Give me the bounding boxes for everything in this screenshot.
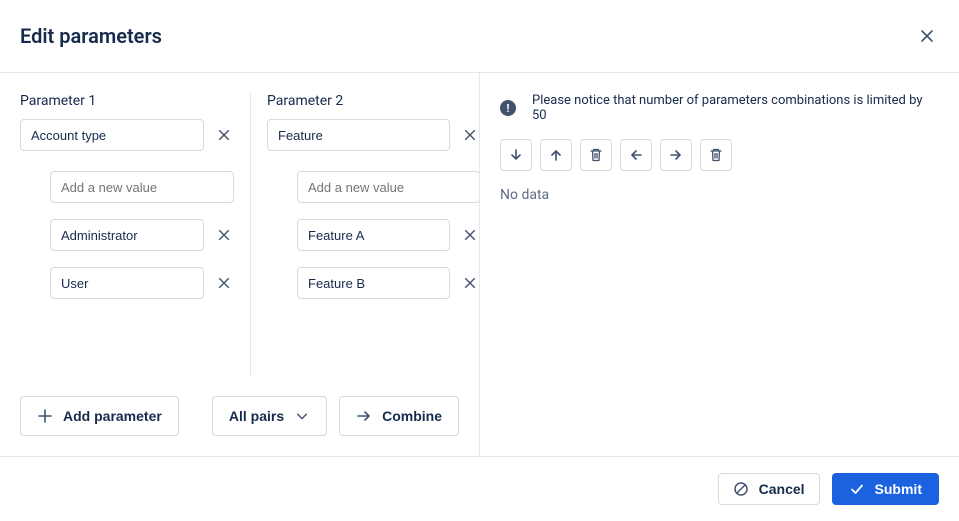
parameter-columns: Parameter 1 (0, 73, 479, 376)
check-icon (849, 481, 865, 497)
move-up-button[interactable] (540, 139, 572, 171)
parameter-values (267, 171, 479, 299)
move-down-button[interactable] (500, 139, 532, 171)
value-input[interactable] (297, 267, 450, 299)
add-value-row (297, 171, 479, 203)
parameter-label: Parameter 2 (267, 93, 479, 109)
value-row (50, 219, 234, 251)
close-icon (217, 276, 231, 290)
add-value-input[interactable] (50, 171, 234, 203)
combinations-toolbar (500, 139, 939, 171)
delete-button[interactable] (580, 139, 612, 171)
value-row (297, 267, 479, 299)
cancel-button[interactable]: Cancel (718, 473, 820, 505)
add-value-row (50, 171, 234, 203)
parameters-pane: Parameter 1 (0, 73, 480, 456)
submit-label: Submit (875, 481, 922, 497)
plus-icon (37, 408, 53, 424)
close-icon (919, 28, 935, 44)
remove-value-button[interactable] (214, 273, 234, 293)
edit-parameters-modal: Edit parameters Parameter 1 (0, 0, 959, 521)
combine-button[interactable]: Combine (339, 396, 459, 436)
parameter-label: Parameter 1 (20, 93, 234, 109)
notice-text: Please notice that number of parameters … (532, 93, 939, 123)
remove-parameter-button[interactable] (460, 125, 479, 145)
pairs-dropdown[interactable]: All pairs (212, 396, 327, 436)
submit-button[interactable]: Submit (832, 473, 939, 505)
value-row (297, 219, 479, 251)
notice-row: ! Please notice that number of parameter… (500, 93, 939, 123)
trash-icon (708, 147, 724, 163)
remove-value-button[interactable] (460, 273, 479, 293)
parameter-name-input[interactable] (20, 119, 204, 151)
value-input[interactable] (297, 219, 450, 251)
no-data-text: No data (500, 187, 939, 203)
remove-value-button[interactable] (460, 225, 479, 245)
parameter-name-input[interactable] (267, 119, 450, 151)
add-value-input[interactable] (297, 171, 479, 203)
cancel-icon (733, 481, 749, 497)
modal-title: Edit parameters (20, 24, 162, 48)
combinations-pane: ! Please notice that number of parameter… (480, 73, 959, 456)
parameter-column-2: Parameter 2 (250, 93, 479, 376)
remove-parameter-button[interactable] (214, 125, 234, 145)
parameter-name-row (267, 119, 479, 151)
chevron-down-icon (294, 408, 310, 424)
arrow-right-icon (356, 408, 372, 424)
add-parameter-label: Add parameter (63, 408, 162, 424)
parameter-column-1: Parameter 1 (20, 93, 250, 376)
parameter-name-row (20, 119, 234, 151)
move-right-button[interactable] (660, 139, 692, 171)
pairs-dropdown-label: All pairs (229, 408, 284, 424)
add-parameter-button[interactable]: Add parameter (20, 396, 179, 436)
delete-column-button[interactable] (700, 139, 732, 171)
move-left-button[interactable] (620, 139, 652, 171)
close-button[interactable] (915, 24, 939, 48)
combine-label: Combine (382, 408, 442, 424)
cancel-label: Cancel (759, 481, 805, 497)
modal-footer: Cancel Submit (0, 457, 959, 521)
close-icon (463, 228, 477, 242)
info-icon: ! (500, 100, 516, 116)
value-input[interactable] (50, 219, 204, 251)
trash-icon (588, 147, 604, 163)
arrow-up-icon (548, 147, 564, 163)
close-icon (463, 276, 477, 290)
arrow-right-icon (668, 147, 684, 163)
arrow-down-icon (508, 147, 524, 163)
close-icon (217, 128, 231, 142)
value-input[interactable] (50, 267, 204, 299)
remove-value-button[interactable] (214, 225, 234, 245)
modal-header: Edit parameters (0, 0, 959, 72)
close-icon (463, 128, 477, 142)
modal-body: Parameter 1 (0, 73, 959, 456)
arrow-left-icon (628, 147, 644, 163)
parameters-footer: Add parameter All pairs Combine (0, 376, 479, 456)
close-icon (217, 228, 231, 242)
parameter-values (20, 171, 234, 299)
value-row (50, 267, 234, 299)
